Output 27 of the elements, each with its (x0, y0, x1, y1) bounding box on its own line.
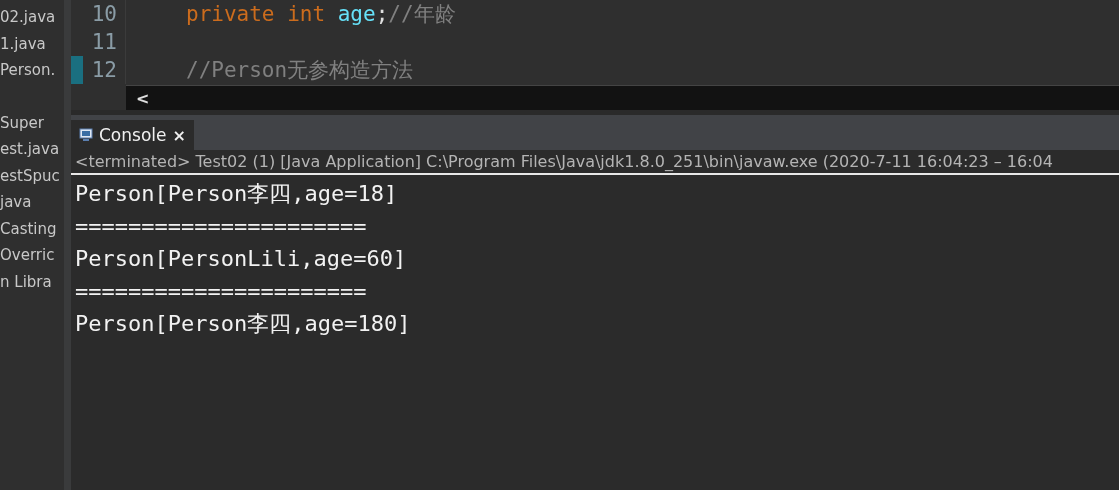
explorer-item[interactable]: n Libra (0, 268, 64, 295)
explorer-item[interactable]: Super (0, 109, 64, 136)
line-number: 12 (91, 58, 117, 82)
console-output-line: ====================== (75, 212, 368, 241)
close-button[interactable]: × (172, 125, 186, 145)
explorer-item[interactable]: Person. (0, 57, 64, 84)
explorer-item[interactable]: 02.java (0, 4, 64, 31)
line-number: 11 (91, 30, 117, 54)
explorer-item[interactable]: Casting (0, 215, 64, 242)
console-icon (79, 128, 93, 142)
explorer-item[interactable]: 1.java (0, 30, 64, 57)
explorer-item[interactable]: java (0, 189, 64, 216)
console-status: <terminated> Test02 (1) [Java Application] C:\Program Files\Java\jdk1.8.0_251\bin\javaw.exe (2020-7-11 16:04:23 – 16:04 (71, 150, 1119, 175)
console-output-line: Person[PersonLili,age=60] (75, 245, 408, 273)
code-line: //Person无参构造方法 (185, 57, 414, 84)
scroll-left-button[interactable]: < (136, 88, 150, 108)
code-line: private int age;//年龄 (185, 1, 456, 28)
tab-label: Console (99, 125, 167, 145)
explorer-item[interactable]: Overric (0, 242, 64, 269)
console-output-line: Person[Person李四,age=18] (75, 180, 399, 208)
horizontal-scrollbar[interactable]: < (126, 85, 1119, 110)
console-tab[interactable]: Console × (71, 120, 194, 150)
explorer-item[interactable]: estSpuc (0, 162, 64, 189)
explorer-item[interactable]: est.java (0, 136, 64, 163)
console-output-line: Person[Person李四,age=180] (75, 310, 412, 338)
console-output-line: ====================== (75, 277, 368, 306)
line-number: 10 (91, 2, 117, 26)
